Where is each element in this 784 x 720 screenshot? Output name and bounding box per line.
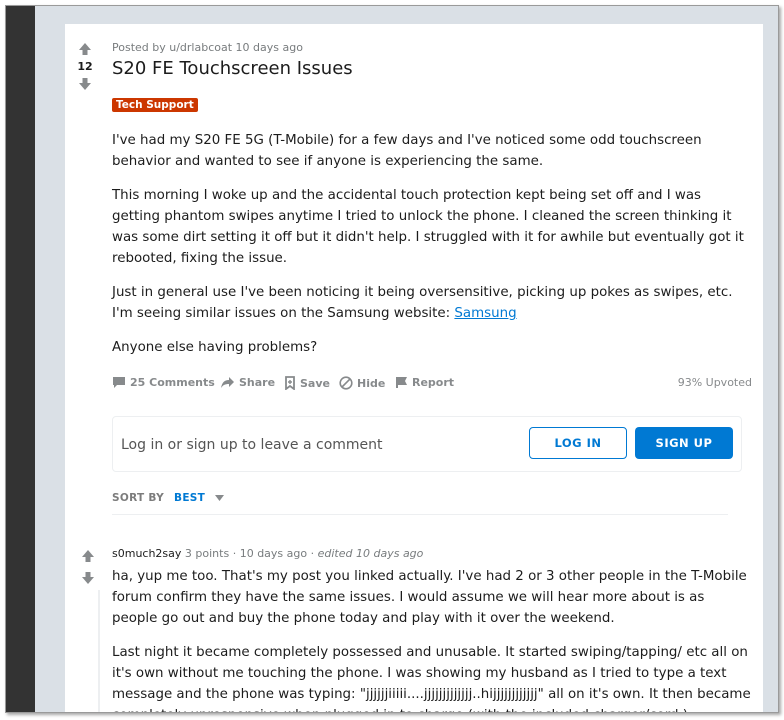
share-button[interactable]: Share (220, 376, 275, 389)
comment-edited: edited 10 days ago (317, 547, 424, 560)
sort-value: BEST (174, 492, 206, 504)
post-vote-column: 12 (71, 42, 99, 91)
comment-author[interactable]: s0much2say (112, 547, 181, 560)
signup-button[interactable]: SIGN UP (635, 427, 733, 459)
comment-prompt: Log in or sign up to leave a comment (121, 437, 383, 453)
login-button[interactable]: LOG IN (529, 427, 627, 459)
comment-body: ha, yup me too. That's my post you linke… (112, 566, 752, 712)
upvote-arrow-icon[interactable] (78, 42, 92, 56)
save-button[interactable]: Save (284, 376, 330, 390)
comments-button[interactable]: 25 Comments (112, 376, 215, 389)
share-icon (221, 377, 234, 388)
post-body: I've had my S20 FE 5G (T-Mobile) for a f… (112, 130, 752, 371)
window-frame: 12 Posted by u/drlabcoat 10 days ago S20… (5, 5, 779, 713)
post-paragraph: I've had my S20 FE 5G (T-Mobile) for a f… (112, 133, 702, 169)
comment-thread-line[interactable] (98, 590, 100, 712)
downvote-arrow-icon[interactable] (78, 77, 92, 91)
comment-login-box: Log in or sign up to leave a comment LOG… (112, 416, 742, 472)
comment-points: 3 points (184, 547, 230, 560)
post-flair[interactable]: Tech Support (112, 98, 198, 112)
chevron-down-icon (215, 495, 225, 501)
post-actions: 25 Comments Share Save Hide Report 93% U… (112, 376, 752, 392)
post-card: 12 Posted by u/drlabcoat 10 days ago S20… (65, 24, 763, 712)
left-dark-sidebar (6, 6, 35, 712)
upvote-arrow-icon[interactable] (81, 549, 95, 563)
upvote-ratio: 93% Upvoted (677, 376, 752, 389)
sort-label: SORT BY (112, 492, 165, 504)
post-paragraph-text: Just in general use I've been noticing i… (112, 285, 733, 321)
comment-meta: s0much2say 3 points · 10 days ago · edit… (112, 547, 424, 560)
bookmark-icon (285, 376, 295, 390)
samsung-link[interactable]: Samsung (454, 306, 516, 321)
save-label: Save (300, 376, 330, 390)
hide-label: Hide (357, 376, 386, 390)
post-meta: Posted by u/drlabcoat 10 days ago (112, 41, 303, 54)
report-button[interactable]: Report (395, 376, 454, 389)
post-paragraph-with-link: Just in general use I've been noticing i… (112, 282, 752, 324)
post-score: 12 (77, 60, 93, 73)
sort-dropdown[interactable]: SORT BY BEST (112, 492, 225, 504)
comment-paragraph: ha, yup me too. That's my post you linke… (112, 569, 747, 626)
post-title[interactable]: S20 FE Touchscreen Issues (112, 58, 353, 79)
post-paragraph: Anyone else having problems? (112, 340, 318, 355)
hide-button[interactable]: Hide (339, 376, 385, 390)
report-label: Report (412, 376, 455, 389)
post-paragraph: This morning I woke up and the accidenta… (112, 188, 744, 266)
comments-label: 25 Comments (130, 376, 215, 389)
comment-paragraph: Last night it became completely possesse… (112, 645, 751, 712)
divider (112, 514, 728, 515)
downvote-arrow-icon[interactable] (81, 571, 95, 585)
comment-icon (113, 377, 125, 388)
comment-time: 10 days ago (239, 547, 308, 560)
share-label: Share (239, 376, 276, 389)
comment-vote-column (81, 548, 97, 589)
hide-icon (339, 376, 353, 390)
flag-icon (396, 377, 407, 388)
